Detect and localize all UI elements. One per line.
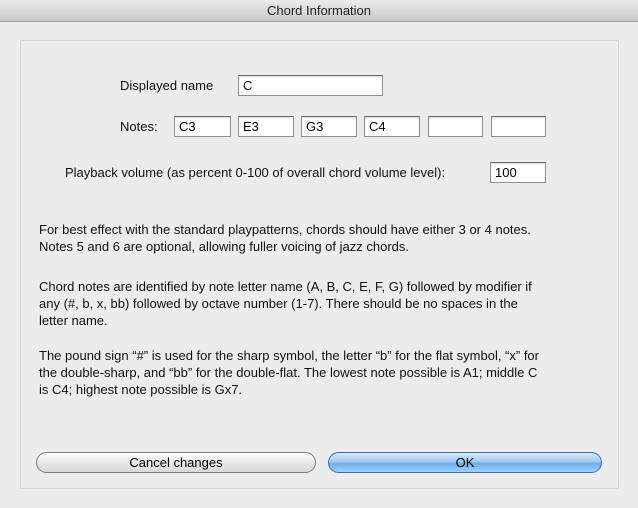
help-text-line: Chord notes are identified by note lette…	[39, 279, 532, 294]
note-6-input[interactable]	[491, 116, 546, 137]
help-text-line: letter name.	[39, 313, 108, 328]
note-4-input[interactable]	[364, 116, 420, 137]
note-2-input[interactable]	[238, 116, 294, 137]
help-text-line: the double-sharp, and “bb” for the doubl…	[39, 365, 538, 380]
help-text-line: is C4; highest note possible is Gx7.	[39, 382, 243, 397]
help-text-line: any (#, b, x, bb) followed by octave num…	[39, 296, 518, 311]
window-title: Chord Information	[266, 3, 372, 18]
chord-info-panel	[20, 40, 619, 489]
help-paragraph-note-count: For best effect with the standard playpa…	[39, 221, 599, 255]
displayed-name-label: Displayed name	[120, 78, 214, 93]
displayed-name-input[interactable]	[238, 75, 383, 96]
window-title-bar: Chord Information	[0, 0, 638, 22]
help-text-line: The pound sign “#” is used for the sharp…	[39, 348, 539, 363]
playback-volume-input[interactable]	[490, 162, 546, 183]
playback-volume-label: Playback volume (as percent 0-100 of ove…	[65, 165, 446, 180]
ok-button[interactable]: OK	[328, 452, 602, 473]
cancel-changes-button[interactable]: Cancel changes	[36, 452, 316, 473]
note-5-input[interactable]	[428, 116, 483, 137]
help-paragraph-note-naming: Chord notes are identified by note lette…	[39, 278, 599, 329]
help-text-line: For best effect with the standard playpa…	[39, 222, 531, 237]
note-3-input[interactable]	[301, 116, 357, 137]
help-text-line: Notes 5 and 6 are optional, allowing ful…	[39, 239, 409, 254]
help-paragraph-symbols: The pound sign “#” is used for the sharp…	[39, 347, 599, 398]
note-1-input[interactable]	[174, 116, 231, 137]
notes-label: Notes:	[120, 119, 158, 134]
